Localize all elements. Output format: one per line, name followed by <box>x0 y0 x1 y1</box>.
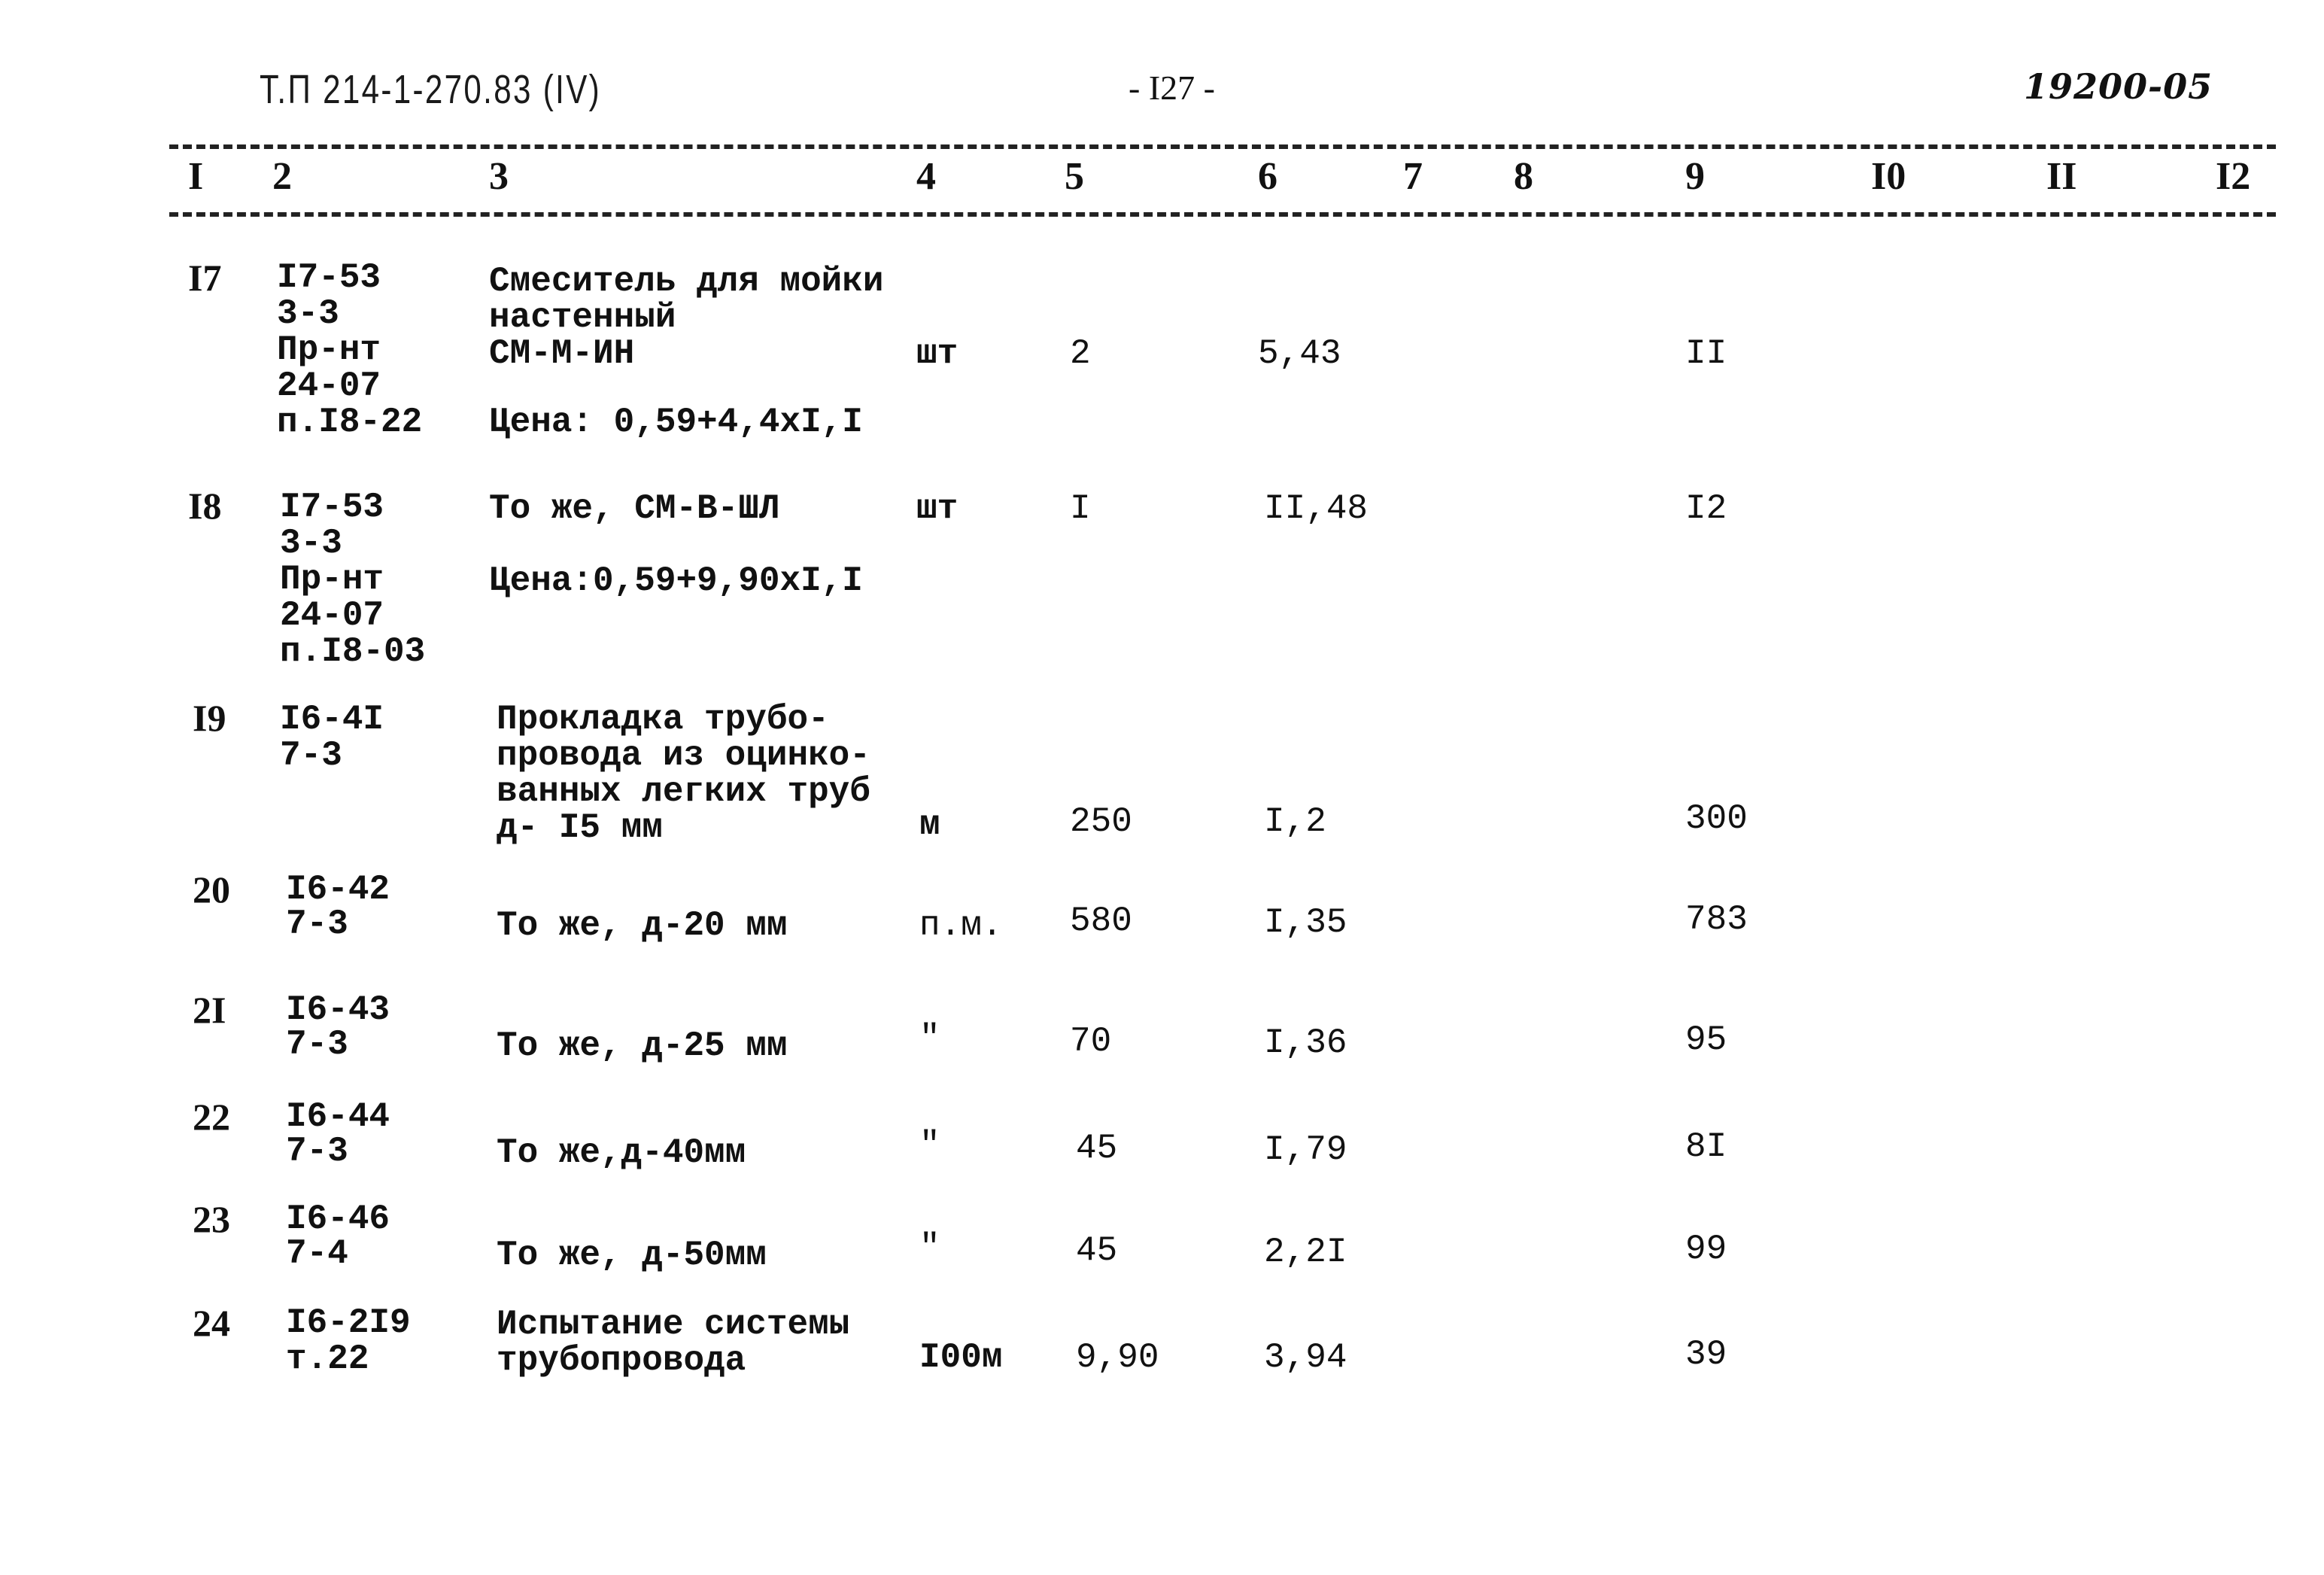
document-code: Т.П 214-1-270.83 (IV) <box>260 67 602 112</box>
row-description-line: трубопровода <box>497 1341 746 1380</box>
row-unit-price: I,79 <box>1264 1130 1347 1169</box>
row-code-line: I6-42 <box>286 870 390 909</box>
row-code-line: п.I8-03 <box>280 632 426 671</box>
row-number: I8 <box>188 485 222 527</box>
column-header-9: 9 <box>1685 155 1705 198</box>
row-description-line: СМ-М-ИН <box>489 334 635 373</box>
row-code-line: I6-4I <box>280 700 384 739</box>
row-code-line: I6-43 <box>286 990 390 1029</box>
row-code-line: I7-53 <box>280 488 384 527</box>
column-header-3: 3 <box>489 155 509 198</box>
row-description-line: Прокладка трубо- <box>497 700 829 739</box>
row-unit-price: II,48 <box>1264 489 1369 528</box>
row-description-line: настенный <box>489 298 676 337</box>
row-unit-price: 5,43 <box>1258 334 1341 373</box>
row-code-line: 24-07 <box>277 366 381 406</box>
page-number: - I27 - <box>1129 68 1215 107</box>
row-number: 22 <box>193 1096 230 1138</box>
row-unit-price: 3,94 <box>1264 1338 1347 1377</box>
column-header-10: I0 <box>1871 155 1906 198</box>
row-unit-ditto: " <box>919 1019 940 1058</box>
row-quantity: 9,90 <box>1076 1338 1159 1377</box>
row-code-line: 7-3 <box>286 1132 348 1171</box>
table-header-bottom-rule <box>169 212 2276 217</box>
column-header-11: II <box>2046 155 2077 198</box>
row-code-line: п.I8-22 <box>277 403 423 442</box>
row-unit-price: 2,2I <box>1264 1233 1347 1272</box>
row-unit-price: I,2 <box>1264 802 1326 841</box>
row-code-line: I6-46 <box>286 1199 390 1239</box>
column-header-2: 2 <box>272 155 292 198</box>
row-code-line: 7-4 <box>286 1234 348 1273</box>
row-unit: п.м. <box>919 906 1003 945</box>
row-description-line: То же, СМ-В-ШЛ <box>489 489 780 528</box>
column-header-4: 4 <box>916 155 936 198</box>
row-total: 8I <box>1685 1127 1727 1166</box>
row-unit: I00м <box>919 1338 1003 1377</box>
row-quantity: 45 <box>1076 1129 1118 1168</box>
row-code-line: 24-07 <box>280 596 384 635</box>
row-total: I2 <box>1685 489 1727 528</box>
row-code-line: 3-3 <box>277 294 339 333</box>
row-quantity: 45 <box>1076 1231 1118 1270</box>
row-total: 95 <box>1685 1020 1727 1060</box>
row-unit: шт <box>916 334 958 373</box>
row-quantity: I <box>1070 489 1091 528</box>
table-header-top-rule <box>169 144 2276 149</box>
row-total: 783 <box>1685 900 1748 939</box>
row-description-line: То же, д-25 мм <box>497 1026 788 1066</box>
row-number: 2I <box>193 989 226 1031</box>
column-header-12: I2 <box>2216 155 2251 198</box>
row-code-line: 7-3 <box>286 905 348 944</box>
row-unit-ditto: " <box>919 1228 940 1267</box>
row-description-line: Цена:0,59+9,90xI,I <box>489 561 863 601</box>
row-code-line: Пр-нт <box>277 330 381 369</box>
column-header-7: 7 <box>1403 155 1423 198</box>
row-code-line: I6-44 <box>286 1097 390 1136</box>
row-code-line: т.22 <box>286 1339 369 1379</box>
row-quantity: 250 <box>1070 802 1132 841</box>
row-unit-ditto: " <box>919 1126 940 1165</box>
row-code-line: I6-2I9 <box>286 1303 411 1342</box>
row-total: II <box>1685 334 1727 373</box>
row-code-line: Пр-нт <box>280 560 384 599</box>
row-unit: шт <box>916 489 958 528</box>
row-unit-price: I,35 <box>1264 903 1347 942</box>
row-quantity: 2 <box>1070 334 1091 373</box>
row-description-line: провода из оцинко- <box>497 736 870 775</box>
sheet-code-handwritten: 19200-05 <box>2024 66 2213 107</box>
row-number: I7 <box>188 257 222 299</box>
row-description-line: ванных легких труб <box>497 772 870 811</box>
row-number: 23 <box>193 1198 230 1240</box>
row-total: 99 <box>1685 1230 1727 1269</box>
row-description-line: Цена: 0,59+4,4xI,I <box>489 403 863 442</box>
row-description-line: д- I5 мм <box>497 808 663 847</box>
row-quantity: 70 <box>1070 1022 1112 1061</box>
row-code-line: I7-53 <box>277 258 381 297</box>
row-description-line: То же, д-50мм <box>497 1236 767 1275</box>
row-number: I9 <box>193 697 226 739</box>
column-header-8: 8 <box>1514 155 1533 198</box>
column-header-1: I <box>188 155 204 198</box>
row-description-line: Испытание системы <box>497 1305 850 1344</box>
row-code-line: 7-3 <box>280 736 342 775</box>
row-code-line: 3-3 <box>280 524 342 563</box>
row-description-line: Смеситель для мойки <box>489 262 884 301</box>
row-quantity: 580 <box>1070 902 1132 941</box>
row-description-line: То же,д-40мм <box>497 1133 746 1172</box>
column-header-6: 6 <box>1258 155 1277 198</box>
row-total: 39 <box>1685 1335 1727 1374</box>
document-page: Т.П 214-1-270.83 (IV) - I27 - 19200-05 I… <box>0 0 2324 1575</box>
column-header-5: 5 <box>1065 155 1084 198</box>
row-total: 300 <box>1685 799 1748 838</box>
row-unit-price: I,36 <box>1264 1023 1347 1063</box>
row-unit: м <box>919 805 940 844</box>
row-code-line: 7-3 <box>286 1025 348 1064</box>
row-number: 24 <box>193 1302 230 1344</box>
row-description-line: То же, д-20 мм <box>497 906 788 945</box>
row-number: 20 <box>193 868 230 911</box>
